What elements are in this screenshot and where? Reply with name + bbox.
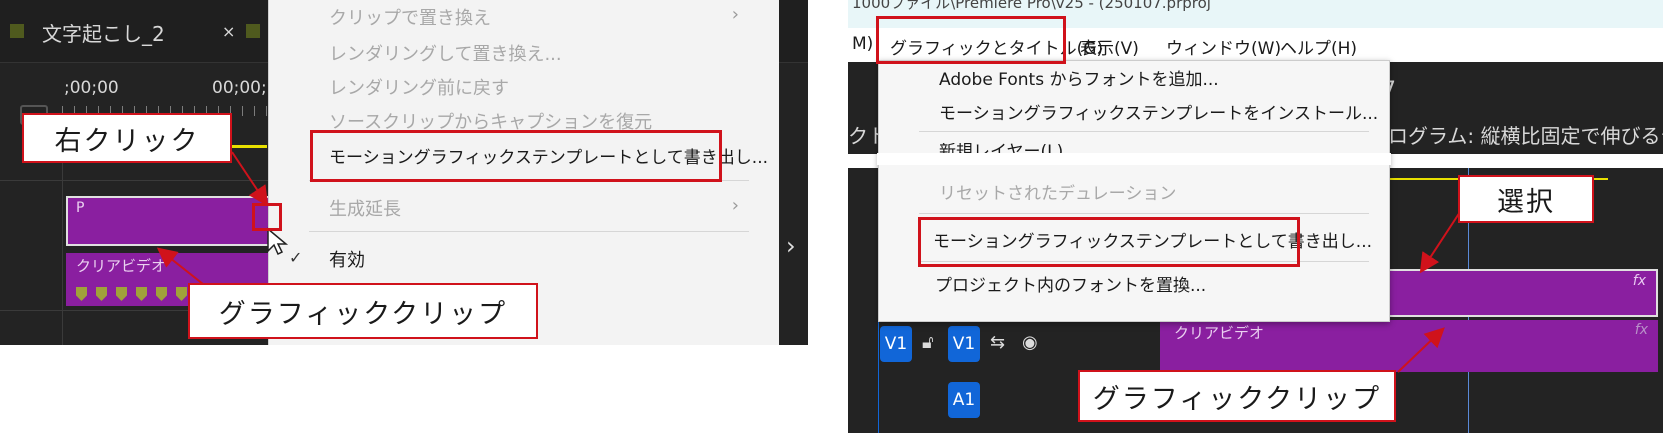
right-screenshot-menubar: 1000ファイル\Premiere Pro\v25 - (250107.prpr… xyxy=(848,0,1663,433)
callout-select: 選択 xyxy=(1458,175,1594,223)
left-screenshot-timeline: 文字起こし_2 × ;00;00 00;00; P クリアビデオ クリップで置き… xyxy=(0,0,808,345)
callout-graphic-clip: グラフィッククリップ xyxy=(188,283,538,339)
callout-right-click: 右クリック xyxy=(22,113,232,163)
callout-graphic-clip: グラフィッククリップ xyxy=(1078,370,1396,422)
